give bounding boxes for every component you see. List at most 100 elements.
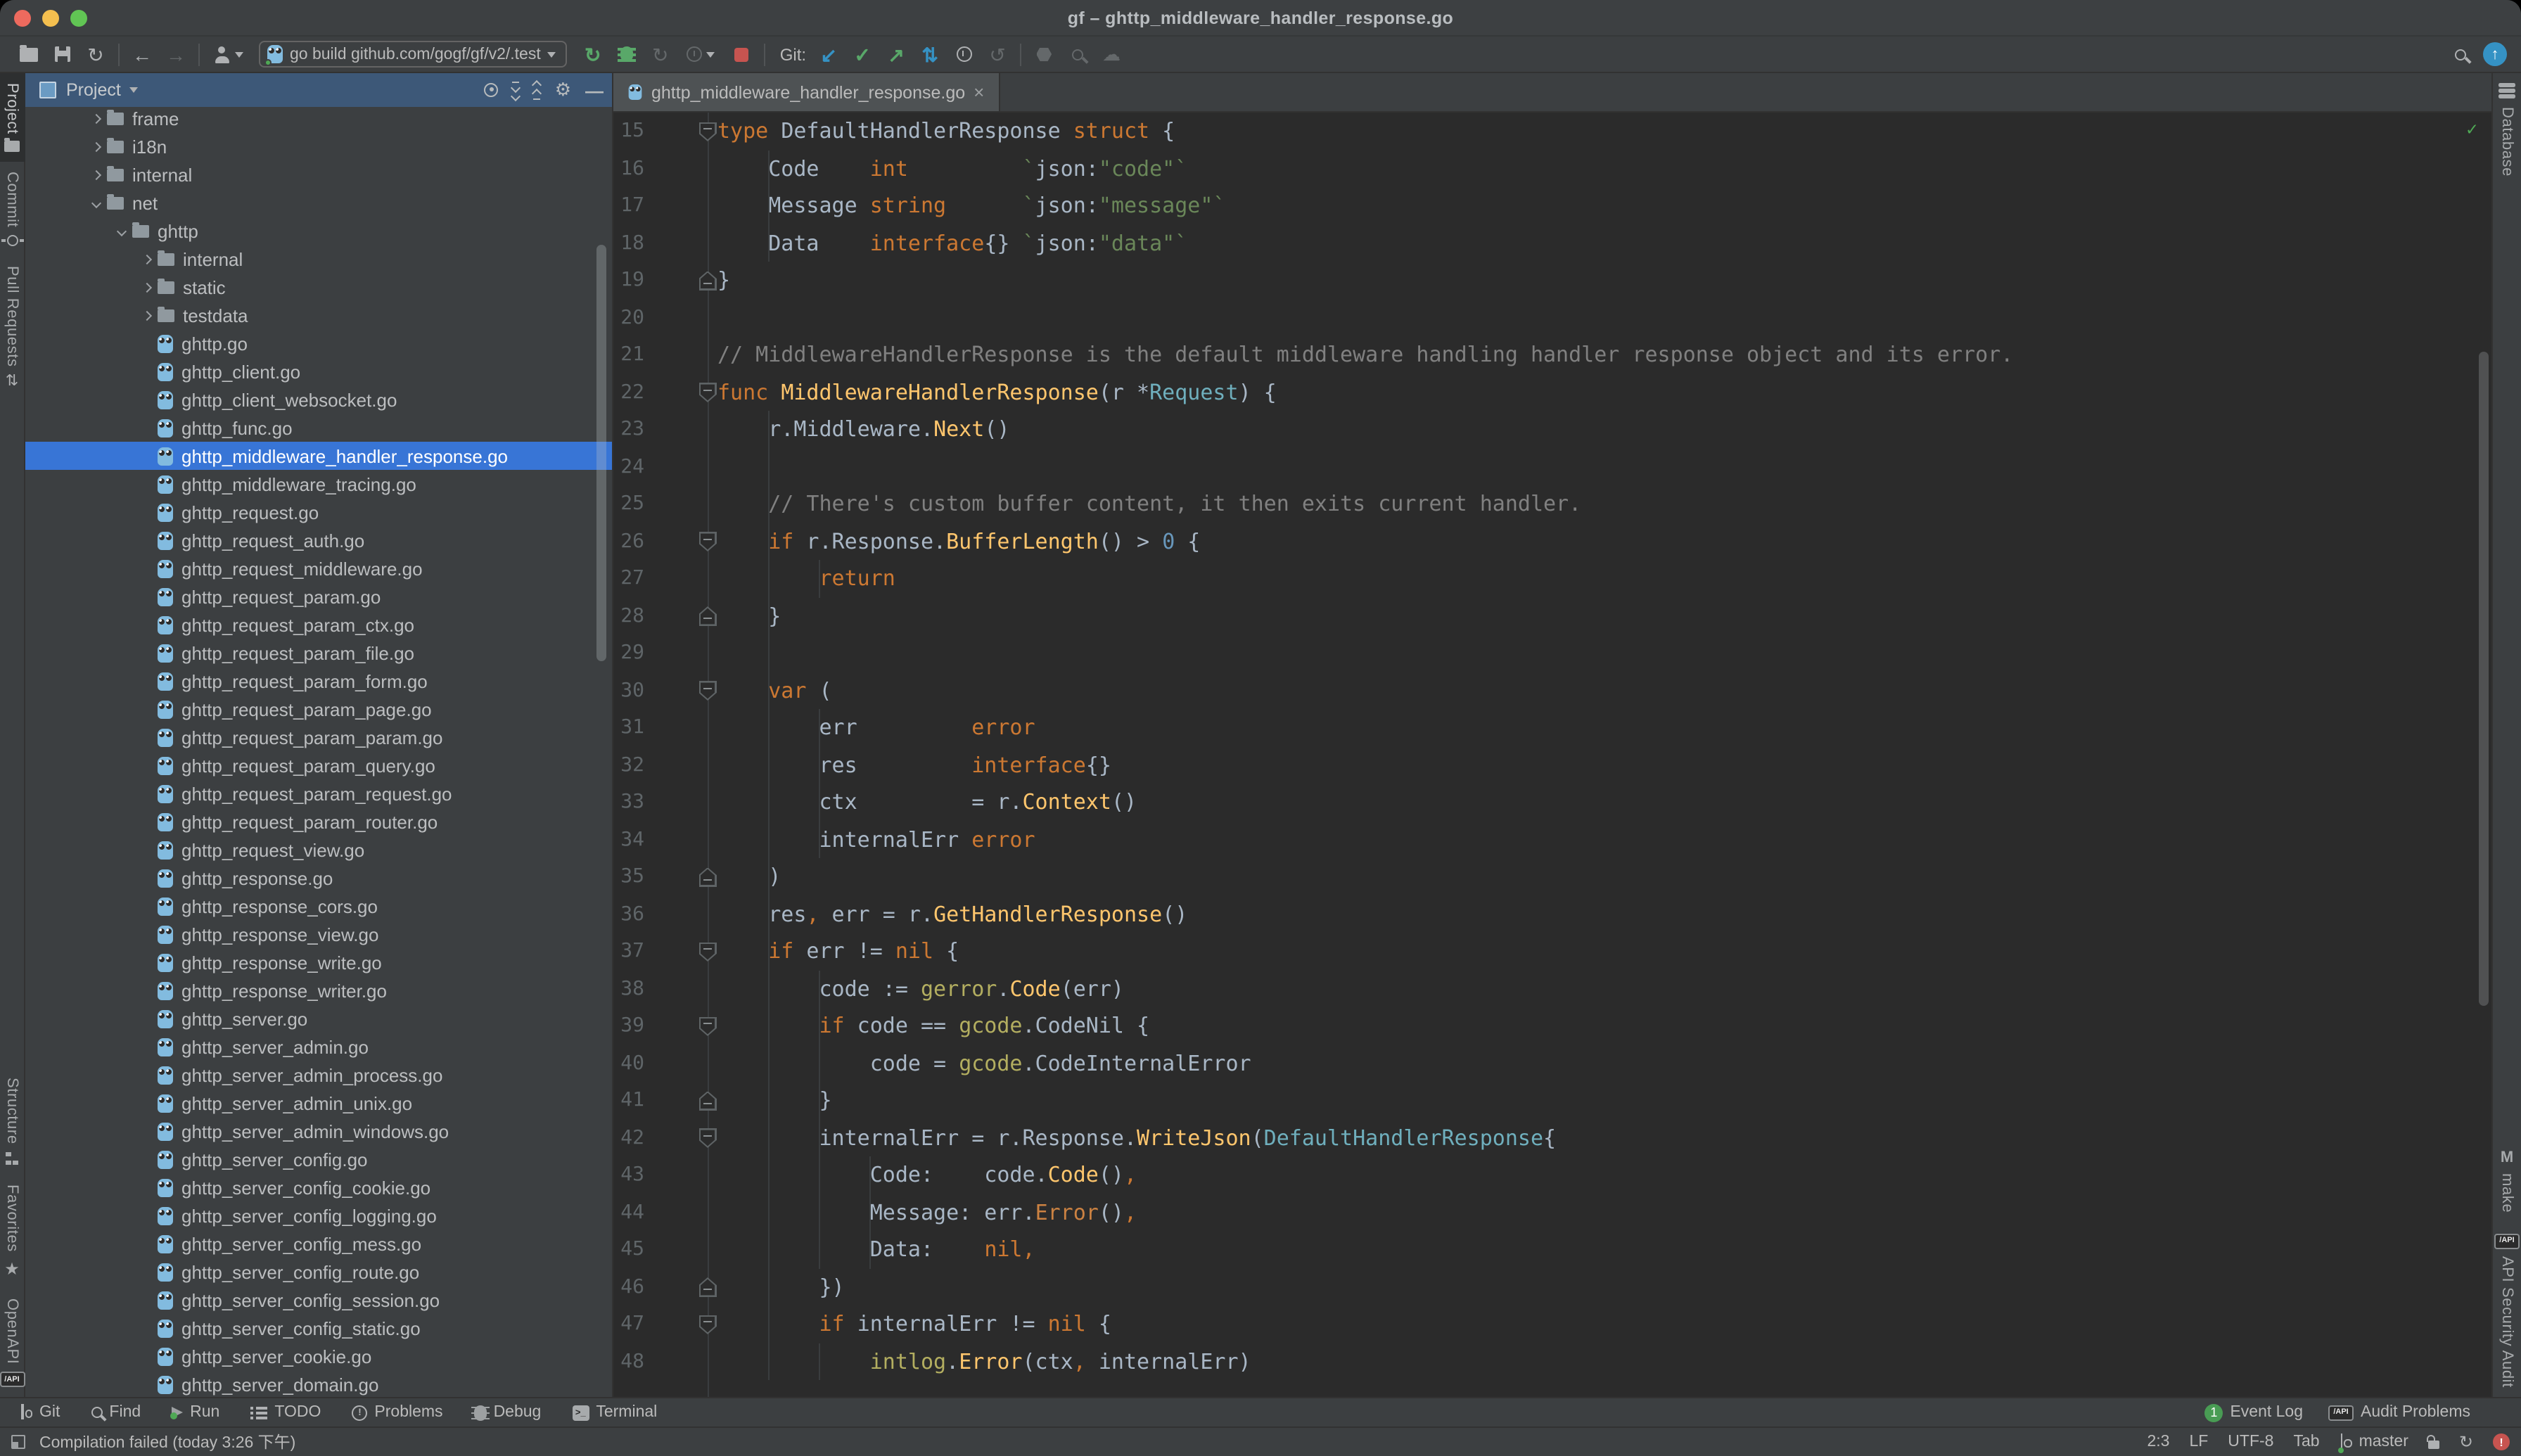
line-number[interactable]: 40 [613, 1045, 644, 1082]
line-number[interactable]: 32 [613, 746, 644, 784]
git-push-button[interactable]: ↗ [879, 39, 913, 70]
line-number[interactable]: 36 [613, 895, 644, 933]
code-line[interactable]: 47 if internalErr != nil { [613, 1305, 2491, 1343]
tree-row-folder[interactable]: frame [25, 104, 612, 132]
tree-chevron-icon[interactable] [135, 255, 158, 262]
run-configuration-select[interactable]: go build github.com/gogf/gf/v2/.test [259, 41, 568, 68]
code-line[interactable]: 23 r.Middleware.Next() [613, 411, 2491, 448]
tree-row-file[interactable]: ghttp_response_writer.go [25, 976, 612, 1004]
fold-marker-icon[interactable] [698, 1277, 717, 1297]
fold-marker-icon[interactable] [698, 1315, 717, 1334]
line-number[interactable]: 41 [613, 1082, 644, 1119]
line-number[interactable]: 24 [613, 448, 644, 485]
tree-row-folder[interactable]: testdata [25, 301, 612, 329]
tree-row-file[interactable]: ghttp_request_auth.go [25, 526, 612, 554]
tree-row-file[interactable]: ghttp_server_config_route.go [25, 1258, 612, 1286]
search-structurally-button[interactable] [1061, 39, 1094, 70]
fold-marker-icon[interactable] [698, 681, 717, 701]
tree-row-file[interactable]: ghttp_request_param.go [25, 582, 612, 611]
line-number[interactable]: 38 [613, 970, 644, 1007]
project-panel-header[interactable]: Project ⚙ — [25, 73, 612, 107]
code-line[interactable]: 20 [613, 299, 2491, 336]
stripe-button-api-security-audit[interactable]: /API API Security Audit [2492, 1223, 2521, 1397]
tree-row-file[interactable]: ghttp_func.go [25, 414, 612, 442]
history-button[interactable] [947, 39, 981, 70]
code-line[interactable]: 18 Data interface{} `json:"data"` [613, 224, 2491, 262]
editor-tab-active[interactable]: ghttp_middleware_handler_response.go × [613, 73, 1000, 111]
code-line[interactable]: 37 if err != nil { [613, 933, 2491, 970]
line-number[interactable]: 18 [613, 224, 644, 262]
tree-row-file[interactable]: ghttp_request_param_query.go [25, 751, 612, 779]
cloud-button[interactable]: ☁ [1094, 39, 1128, 70]
tree-row-file[interactable]: ghttp_server_config.go [25, 1145, 612, 1173]
tree-row-file[interactable]: ghttp_request_param_page.go [25, 695, 612, 723]
tree-chevron-icon[interactable] [84, 199, 107, 206]
tool-window-switcher-icon[interactable] [11, 1435, 25, 1449]
tree-row-file[interactable]: ghttp_server_config_static.go [25, 1314, 612, 1342]
tree-row-file[interactable]: ghttp_response_write.go [25, 948, 612, 976]
tree-row-file[interactable]: ghttp_response_cors.go [25, 892, 612, 920]
fold-marker-icon[interactable] [698, 1128, 717, 1148]
expand-all-icon[interactable] [513, 81, 520, 99]
line-number[interactable]: 15 [613, 113, 644, 150]
audit-problems-button[interactable]: /API Audit Problems [2328, 1404, 2470, 1421]
toolwindow-terminal[interactable]: >_ Terminal [572, 1404, 657, 1421]
code-line[interactable]: 31 err error [613, 709, 2491, 746]
tree-chevron-icon[interactable] [84, 115, 107, 122]
tree-row-file[interactable]: ghttp_response.go [25, 864, 612, 892]
tree-row-file[interactable]: ghttp_server.go [25, 1004, 612, 1033]
line-number[interactable]: 43 [613, 1156, 644, 1194]
fold-marker-icon[interactable] [698, 1091, 717, 1111]
code-line[interactable]: 19} [613, 262, 2491, 299]
code-editor[interactable]: ✓ 15type DefaultHandlerResponse struct {… [613, 113, 2491, 1397]
line-separator[interactable]: LF [2189, 1433, 2208, 1450]
stripe-button-structure[interactable]: Structure [0, 1068, 25, 1175]
line-number[interactable]: 20 [613, 299, 644, 336]
code-line[interactable]: 15type DefaultHandlerResponse struct { [613, 113, 2491, 150]
debug-button[interactable] [610, 39, 644, 70]
fold-marker-icon[interactable] [698, 867, 717, 887]
line-number[interactable]: 30 [613, 672, 644, 709]
tree-row-file[interactable]: ghttp.go [25, 329, 612, 357]
line-number[interactable]: 34 [613, 821, 644, 858]
fold-marker-icon[interactable] [698, 942, 717, 962]
line-number[interactable]: 47 [613, 1305, 644, 1343]
code-line[interactable]: 36 res, err = r.GetHandlerResponse() [613, 895, 2491, 933]
tree-chevron-icon[interactable] [135, 312, 158, 319]
gear-icon[interactable]: ⚙ [555, 79, 571, 101]
code-line[interactable]: 24 [613, 448, 2491, 485]
stripe-button-favorites[interactable]: Favorites ★ [0, 1175, 25, 1289]
read-write-lock-icon[interactable] [2428, 1441, 2439, 1449]
tree-row-file[interactable]: ghttp_server_admin_unix.go [25, 1089, 612, 1117]
ide-update-notification[interactable]: ↑ [2483, 42, 2507, 66]
tree-row-file[interactable]: ghttp_server_domain.go [25, 1370, 612, 1397]
editor-scrollbar[interactable] [2479, 352, 2489, 1006]
line-number[interactable]: 19 [613, 262, 644, 299]
tree-chevron-icon[interactable] [110, 227, 132, 234]
git-branch-widget[interactable]: master [2340, 1433, 2408, 1450]
code-line[interactable]: 45 Data: nil, [613, 1231, 2491, 1268]
toolwindow-debug[interactable]: Debug [474, 1404, 542, 1421]
error-indicator-icon[interactable]: ! [2493, 1433, 2510, 1450]
inspections-ok-icon[interactable]: ✓ [2466, 120, 2477, 141]
tree-row-file[interactable]: ghttp_request_middleware.go [25, 554, 612, 582]
fold-marker-icon[interactable] [698, 383, 717, 402]
tree-row-file[interactable]: ghttp_response_view.go [25, 920, 612, 948]
close-tab-icon[interactable]: × [974, 83, 984, 101]
coverage-button[interactable]: ↻ [644, 39, 677, 70]
tree-row-file[interactable]: ghttp_server_config_session.go [25, 1286, 612, 1314]
code-line[interactable]: 26 if r.Response.BufferLength() > 0 { [613, 523, 2491, 560]
tree-row-file[interactable]: ghttp_request_param_file.go [25, 639, 612, 667]
tree-row-folder[interactable]: internal [25, 245, 612, 273]
stripe-button-project[interactable]: Project [0, 73, 25, 162]
fold-marker-icon[interactable] [698, 606, 717, 626]
tree-row-file[interactable]: ghttp_request_param_request.go [25, 779, 612, 807]
line-number[interactable]: 23 [613, 411, 644, 448]
toolwindow-problems[interactable]: ! Problems [352, 1404, 442, 1421]
tree-chevron-icon[interactable] [84, 143, 107, 150]
fold-marker-icon[interactable] [698, 122, 717, 141]
code-line[interactable]: 46 }) [613, 1268, 2491, 1305]
git-fetch-button[interactable]: ⇅ [913, 39, 947, 70]
tree-chevron-icon[interactable] [135, 283, 158, 290]
tree-row-file[interactable]: ghttp_client_websocket.go [25, 385, 612, 414]
